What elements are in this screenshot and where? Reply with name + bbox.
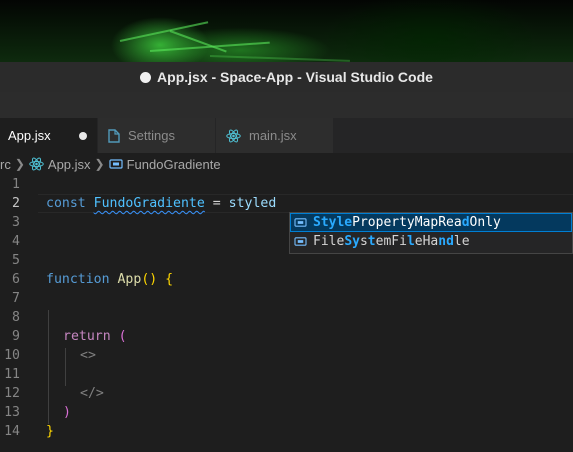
- react-icon: [29, 157, 44, 171]
- breadcrumb-folder[interactable]: rc: [0, 157, 11, 172]
- tab-app-jsx[interactable]: App.jsx: [0, 118, 98, 153]
- title-bar: App.jsx - Space-App - Visual Studio Code: [0, 62, 573, 92]
- indent-guide: [65, 348, 66, 386]
- code-line-13: ): [63, 405, 71, 420]
- breadcrumb: rc ❯ App.jsx ❯ FundoGradiente: [0, 153, 573, 175]
- line-number: 14: [4, 424, 20, 439]
- line-number: 9: [12, 329, 20, 344]
- code-line-14: }: [46, 424, 54, 439]
- code-line-9: return (: [63, 329, 127, 344]
- breadcrumb-file[interactable]: App.jsx: [48, 157, 91, 172]
- line-number: 2: [12, 196, 20, 211]
- code-line-2: const FundoGradiente = styled: [46, 196, 277, 211]
- chevron-right-icon: ❯: [14, 157, 25, 171]
- file-icon: [108, 128, 120, 143]
- menu-bar: [0, 92, 573, 118]
- indent-guide: [48, 310, 49, 424]
- unsaved-dot-icon: [140, 72, 152, 83]
- chevron-right-icon: ❯: [94, 157, 105, 171]
- symbol-interface-icon: [294, 236, 308, 247]
- modified-dot-icon[interactable]: [79, 131, 87, 140]
- code-line-12: </>: [80, 386, 104, 401]
- suggestion-item[interactable]: File Sy s t em Fi l e Ha n d le: [290, 232, 572, 251]
- line-number: 5: [12, 253, 20, 268]
- line-number: 3: [12, 215, 20, 230]
- symbol-interface-icon: [294, 217, 308, 228]
- tab-label: main.jsx: [249, 128, 297, 143]
- code-line-10: <>: [80, 348, 96, 363]
- suggestion-item[interactable]: Style PropertyMapRea d Only: [290, 213, 572, 232]
- tab-label: App.jsx: [8, 128, 51, 143]
- line-number: 11: [4, 367, 20, 382]
- desktop-wallpaper: [0, 0, 573, 62]
- line-number: 7: [12, 291, 20, 306]
- tab-main-jsx[interactable]: main.jsx: [216, 118, 334, 153]
- code-line-6: function App() {: [46, 272, 174, 287]
- line-number: 6: [12, 272, 20, 287]
- breadcrumb-symbol[interactable]: FundoGradiente: [127, 157, 221, 172]
- line-number: 1: [12, 177, 20, 192]
- line-number: 8: [12, 310, 20, 325]
- identifier-fundo-gradiente: FundoGradiente: [93, 196, 205, 211]
- tab-label: Settings: [128, 128, 175, 143]
- line-number: 4: [12, 234, 20, 249]
- tab-settings[interactable]: Settings: [98, 118, 216, 153]
- tab-bar: App.jsx Settings main.jsx: [0, 118, 573, 153]
- line-number: 10: [4, 348, 20, 363]
- line-number: 13: [4, 405, 20, 420]
- symbol-variable-icon: [109, 158, 123, 170]
- suggestion-widget: Style PropertyMapRea d Only File Sy s t em Fi l e H…: [289, 212, 573, 254]
- react-icon: [226, 129, 241, 143]
- line-number: 12: [4, 386, 20, 401]
- window-title: App.jsx - Space-App - Visual Studio Code: [157, 69, 433, 85]
